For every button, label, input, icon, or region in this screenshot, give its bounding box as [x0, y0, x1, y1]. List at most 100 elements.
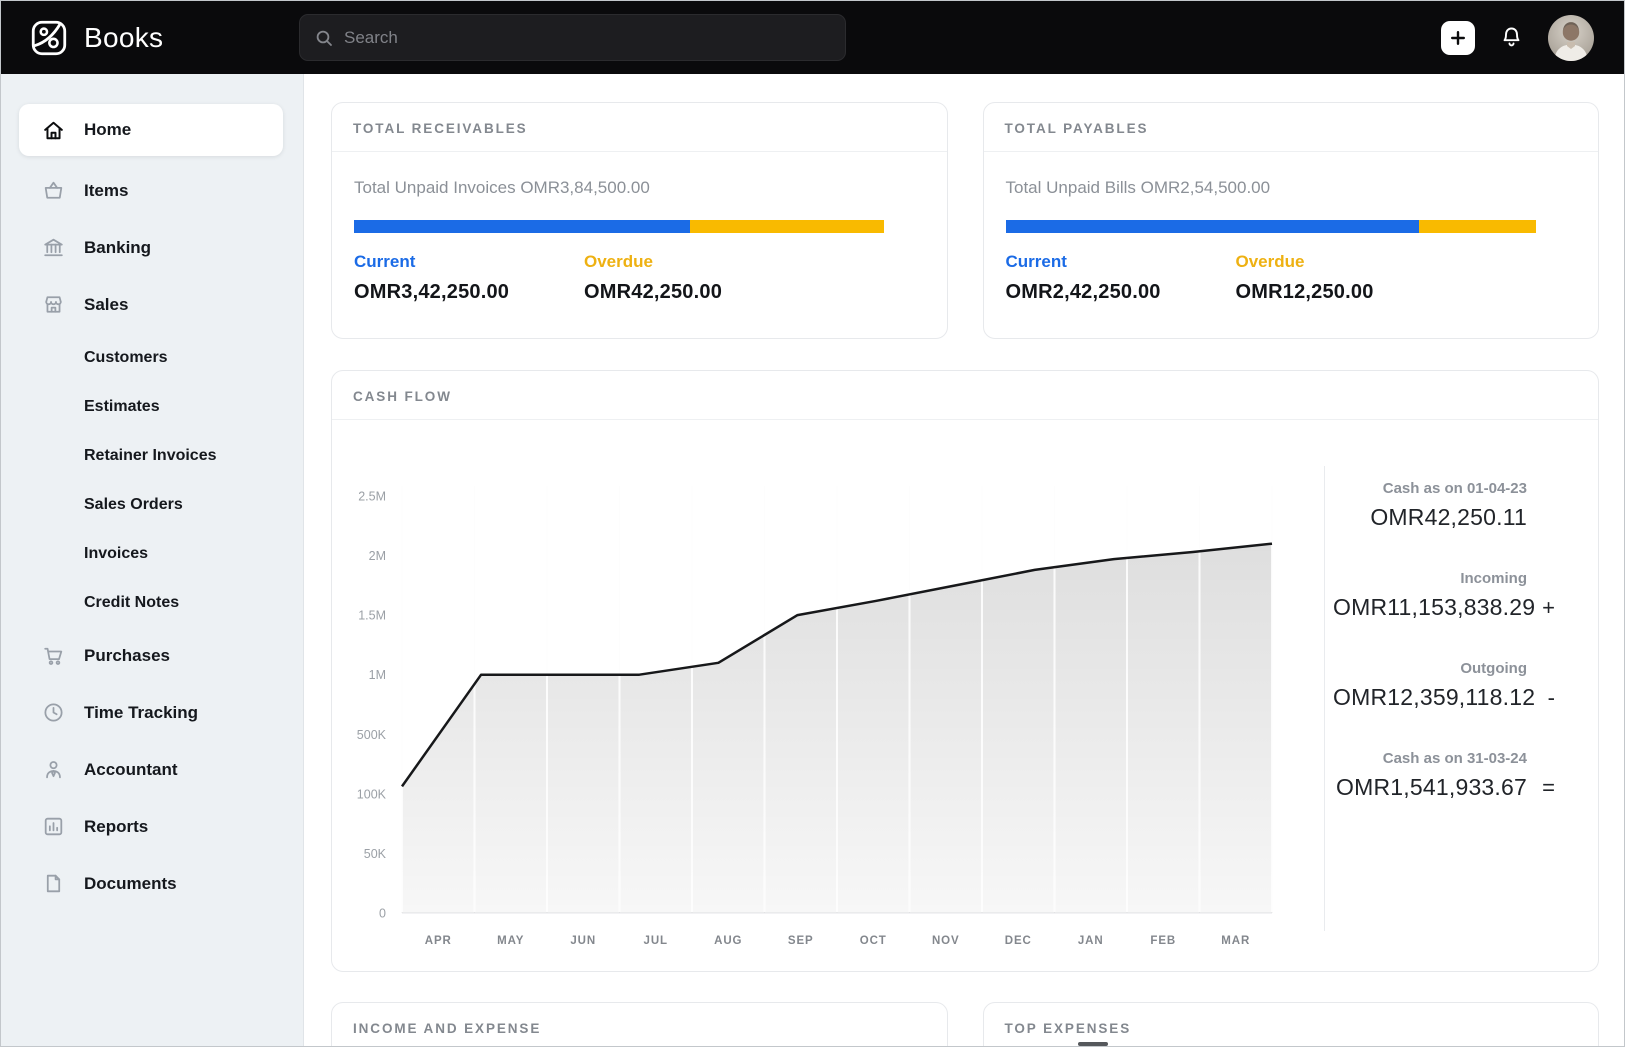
sidebar-item-label: Banking — [84, 237, 152, 257]
x-tick-label: DEC — [1005, 935, 1032, 947]
sidebar-item-home[interactable]: Home — [19, 104, 283, 156]
receivables-progress-bar — [354, 220, 884, 233]
sidebar-item-label: Documents — [84, 873, 177, 893]
overdue-label: Overdue — [584, 252, 653, 271]
overdue-segment — [1418, 220, 1536, 233]
x-tick-label: JUL — [644, 935, 668, 947]
current-label: Current — [1005, 252, 1067, 271]
sidebar-item-time-tracking[interactable]: Time Tracking — [1, 684, 303, 741]
x-tick-label: MAY — [497, 935, 524, 947]
total-receivables-card: TOTAL RECEIVABLES Total Unpaid Invoices … — [331, 102, 948, 339]
equals-operator: = — [1542, 775, 1555, 800]
books-logo-icon — [28, 17, 70, 59]
y-tick-label: 100K — [357, 787, 387, 801]
sidebar-item-estimates[interactable]: Estimates — [1, 382, 303, 431]
horizontal-scrollbar-thumb[interactable] — [1078, 1042, 1108, 1046]
sidebar-item-purchases[interactable]: Purchases — [1, 627, 303, 684]
current-amount: OMR3,42,250.00 — [354, 281, 510, 303]
bottom-cards-row: INCOME AND EXPENSE TOP EXPENSES — [331, 1002, 1599, 1046]
purchases-icon — [41, 643, 66, 668]
overdue-amount: OMR42,250.00 — [584, 281, 723, 303]
cash-flow-summary: Cash as on 01-04-23 OMR42,250.11 Incomin… — [1324, 466, 1598, 931]
time-tracking-icon — [41, 700, 66, 725]
unpaid-summary: Total Unpaid Bills OMR2,54,500.00 — [1005, 178, 1271, 197]
sidebar-item-retainer-invoices[interactable]: Retainer Invoices — [1, 431, 303, 480]
card-title: TOTAL PAYABLES — [983, 103, 1598, 152]
top-bar: Books — [1, 1, 1624, 74]
y-tick-label: 2M — [369, 549, 386, 563]
sidebar-item-label: Purchases — [84, 645, 170, 665]
payables-progress-bar — [1005, 220, 1536, 233]
search-icon — [314, 28, 334, 48]
documents-icon — [41, 871, 66, 896]
sidebar-item-banking[interactable]: Banking — [1, 219, 303, 276]
x-tick-label: MAR — [1221, 935, 1250, 947]
card-title: INCOME AND EXPENSE — [332, 1003, 947, 1046]
y-tick-label: 2.5M — [358, 490, 386, 504]
y-tick-label: 1.5M — [358, 609, 386, 623]
sidebar-item-reports[interactable]: Reports — [1, 798, 303, 855]
app-title: Books — [84, 21, 164, 53]
current-amount: OMR2,42,250.00 — [1005, 281, 1161, 303]
outgoing-stat: Outgoing OMR12,359,118.12 - — [1333, 660, 1555, 710]
plus-icon — [1449, 29, 1467, 47]
notifications-button[interactable] — [1498, 24, 1525, 51]
search-input[interactable] — [344, 27, 831, 48]
sidebar-item-invoices[interactable]: Invoices — [1, 529, 303, 578]
card-title: TOP EXPENSES — [984, 1003, 1599, 1046]
sidebar-item-credit-notes[interactable]: Credit Notes — [1, 578, 303, 627]
x-tick-label: NOV — [932, 935, 960, 947]
card-title: TOTAL RECEIVABLES — [332, 103, 947, 152]
x-tick-label: FEB — [1150, 935, 1176, 947]
sidebar-item-label: Items — [84, 180, 129, 200]
topbar-actions — [1441, 14, 1624, 61]
work-area: Home Items Banking Sales Customers Estim… — [1, 74, 1624, 1046]
search-bar[interactable] — [299, 14, 846, 61]
cash-closing-stat: Cash as on 31-03-24 OMR1,541,933.67 = — [1336, 750, 1555, 800]
overdue-amount: OMR12,250.00 — [1235, 281, 1374, 303]
total-payables-card: TOTAL PAYABLES Total Unpaid Bills OMR2,5… — [982, 102, 1599, 339]
totals-row: TOTAL RECEIVABLES Total Unpaid Invoices … — [331, 102, 1599, 339]
user-avatar[interactable] — [1548, 14, 1594, 61]
dashboard-main: TOTAL RECEIVABLES Total Unpaid Invoices … — [304, 74, 1624, 1046]
y-tick-label: 1M — [369, 668, 386, 682]
bell-icon — [1498, 24, 1525, 51]
sidebar-item-documents[interactable]: Documents — [1, 855, 303, 912]
sidebar-item-label: Home — [84, 120, 132, 139]
sidebar-item-label: Accountant — [84, 759, 178, 779]
incoming-stat: Incoming OMR11,153,838.29 + — [1333, 570, 1555, 620]
x-tick-label: SEP — [788, 935, 814, 947]
sidebar-item-label: Sales — [84, 294, 129, 314]
plus-operator: + — [1542, 595, 1555, 620]
accountant-icon — [41, 757, 66, 782]
top-expenses-card: TOP EXPENSES — [982, 1002, 1599, 1046]
cash-flow-chart: 0 50K 100K 500K 1M 1.5M 2M 2.5M APR MAY JUN JUL AUG S… — [357, 486, 1273, 947]
x-tick-label: AUG — [714, 935, 742, 947]
x-tick-label: APR — [425, 935, 452, 947]
home-icon — [41, 118, 66, 143]
y-tick-label: 500K — [357, 728, 387, 742]
x-tick-label: OCT — [860, 935, 887, 947]
sidebar-item-items[interactable]: Items — [1, 162, 303, 219]
add-new-button[interactable] — [1441, 20, 1475, 55]
sidebar-item-customers[interactable]: Customers — [1, 333, 303, 382]
overdue-segment — [690, 220, 884, 233]
app-window: Books Search Home Items Banking Sales Cu… — [0, 0, 1625, 1047]
sidebar-item-sales-orders[interactable]: Sales Orders — [1, 480, 303, 529]
minus-operator: - — [1547, 685, 1555, 710]
items-icon — [41, 178, 66, 203]
current-segment — [1005, 220, 1419, 233]
current-label: Current — [354, 252, 416, 271]
y-tick-label: 0 — [379, 907, 386, 921]
sidebar: Home Items Banking Sales Customers Estim… — [1, 74, 304, 1046]
sidebar-item-label: Reports — [84, 816, 149, 836]
y-tick-label: 50K — [364, 847, 387, 861]
reports-icon — [41, 814, 66, 839]
banking-icon — [41, 235, 66, 260]
cash-flow-card: CASH FLOW 0 50K 100K 500K 1M 1.5M 2M 2.5M APR MAY… — [331, 370, 1599, 972]
sidebar-item-label: Time Tracking — [84, 702, 199, 722]
sidebar-item-sales[interactable]: Sales — [1, 276, 303, 333]
sidebar-item-accountant[interactable]: Accountant — [1, 741, 303, 798]
overdue-label: Overdue — [1235, 252, 1305, 271]
brand: Books — [1, 17, 299, 59]
